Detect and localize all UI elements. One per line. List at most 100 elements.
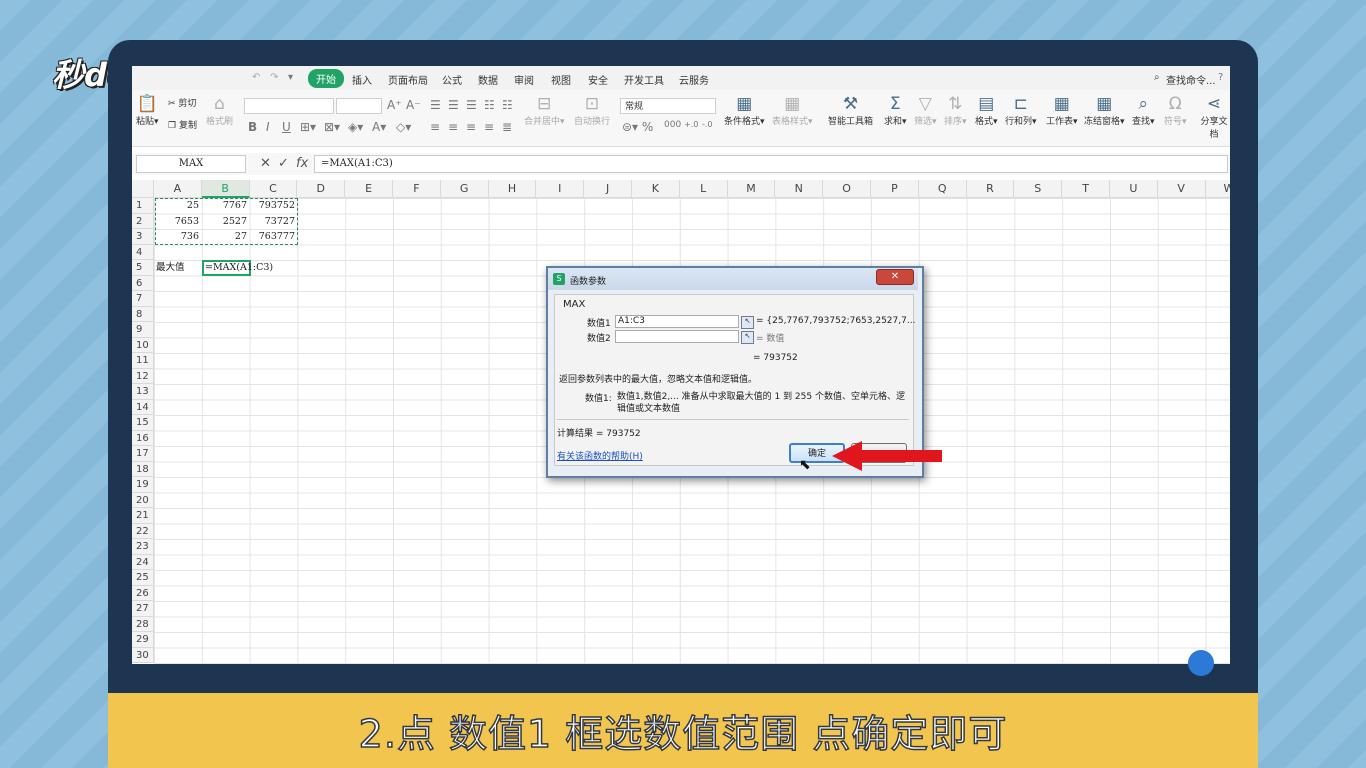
symbol-button[interactable]: Ω 符号▾ xyxy=(1164,94,1187,127)
row-col-button[interactable]: ⊏ 行和列▾ xyxy=(1005,94,1037,127)
outdent-icon[interactable]: ☷ xyxy=(502,98,513,112)
row-header-15[interactable]: 15 xyxy=(132,415,154,431)
font-size-select[interactable] xyxy=(336,98,382,114)
column-header-r[interactable]: R xyxy=(966,180,1015,198)
row-header-1[interactable]: 1 xyxy=(132,198,154,214)
row-header-13[interactable]: 13 xyxy=(132,384,154,400)
close-button[interactable]: ✕ xyxy=(876,269,914,285)
cancel-formula-icon[interactable]: ✕ xyxy=(260,156,271,171)
undo-icon[interactable]: ↶ xyxy=(252,72,260,83)
cell-a5[interactable]: 最大值 xyxy=(156,260,202,276)
column-header-n[interactable]: N xyxy=(775,180,824,198)
table-style-button[interactable]: ▦ 表格样式▾ xyxy=(772,94,813,127)
enter-formula-icon[interactable]: ✓ xyxy=(278,156,289,171)
align-right-icon[interactable]: ≡ xyxy=(466,120,476,134)
menu-item-home[interactable]: 开始 xyxy=(308,69,344,88)
column-header-d[interactable]: D xyxy=(297,180,346,198)
worksheet-button[interactable]: ▦ 工作表▾ xyxy=(1046,94,1078,127)
filter-button[interactable]: ▽ 筛选▾ xyxy=(914,94,937,127)
font-name-select[interactable] xyxy=(244,98,334,114)
conditional-format-button[interactable]: ▦ 条件格式▾ xyxy=(724,94,765,127)
arg2-input[interactable] xyxy=(615,330,739,343)
function-help-link[interactable]: 有关该函数的帮助(H) xyxy=(557,449,643,462)
row-header-30[interactable]: 30 xyxy=(132,647,154,663)
font-grow-button[interactable]: A⁺ xyxy=(387,98,402,112)
column-header-l[interactable]: L xyxy=(679,180,728,198)
insert-function-icon[interactable]: fx xyxy=(296,156,308,171)
freeze-panes-button[interactable]: ▦ 冻结窗格▾ xyxy=(1084,94,1125,127)
format-button[interactable]: ▤ 格式▾ xyxy=(975,94,998,127)
column-header-m[interactable]: M xyxy=(727,180,776,198)
row-header-29[interactable]: 29 xyxy=(132,632,154,648)
row-header-27[interactable]: 27 xyxy=(132,601,154,617)
menu-item-page-layout[interactable]: 页面布局 xyxy=(388,72,428,87)
arg1-input[interactable]: A1:C3 xyxy=(615,315,739,328)
align-center-icon[interactable]: ≡ xyxy=(448,120,458,134)
menu-item-security[interactable]: 安全 xyxy=(588,72,608,87)
quick-access-dropdown-icon[interactable]: ▾ xyxy=(288,72,293,83)
row-header-9[interactable]: 9 xyxy=(132,322,154,338)
row-header-23[interactable]: 23 xyxy=(132,539,154,555)
select-all-corner[interactable] xyxy=(132,180,154,198)
indent-icon[interactable]: ☷ xyxy=(484,98,495,112)
row-header-5[interactable]: 5 xyxy=(132,260,154,276)
column-header-i[interactable]: I xyxy=(536,180,585,198)
column-header-v[interactable]: V xyxy=(1157,180,1206,198)
find-button[interactable]: ⌕ 查找▾ xyxy=(1132,94,1155,127)
row-header-25[interactable]: 25 xyxy=(132,570,154,586)
help-icon[interactable]: ? xyxy=(1218,72,1223,83)
align-middle-icon[interactable]: ☰ xyxy=(448,98,459,112)
column-header-k[interactable]: K xyxy=(632,180,680,198)
row-header-28[interactable]: 28 xyxy=(132,616,154,632)
italic-button[interactable]: I xyxy=(266,120,270,134)
row-header-17[interactable]: 17 xyxy=(132,446,154,462)
collapse-dialog-icon[interactable]: ↖ xyxy=(741,316,754,329)
align-top-icon[interactable]: ☰ xyxy=(430,98,441,112)
wrap-text-button[interactable]: ⊡ 自动换行 xyxy=(574,94,610,127)
menu-item-data[interactable]: 数据 xyxy=(478,72,498,87)
row-header-8[interactable]: 8 xyxy=(132,306,154,322)
collapse-dialog-icon[interactable]: ↖ xyxy=(741,331,754,344)
column-header-f[interactable]: F xyxy=(393,180,441,198)
column-header-s[interactable]: S xyxy=(1014,180,1063,198)
formula-input[interactable]: =MAX(A1:C3) xyxy=(314,155,1228,173)
row-header-19[interactable]: 19 xyxy=(132,477,154,493)
align-left-icon[interactable]: ≡ xyxy=(430,120,440,134)
sum-button[interactable]: Σ 求和▾ xyxy=(884,94,907,127)
row-header-16[interactable]: 16 xyxy=(132,430,154,446)
bold-button[interactable]: B xyxy=(248,120,257,134)
justify-icon[interactable]: ≡ xyxy=(484,120,494,134)
column-header-e[interactable]: E xyxy=(345,180,393,198)
sort-button[interactable]: ⇅ 排序▾ xyxy=(944,94,967,127)
menu-item-review[interactable]: 审阅 xyxy=(514,72,534,87)
redo-icon[interactable]: ↷ xyxy=(270,72,278,83)
column-header-j[interactable]: J xyxy=(584,180,632,198)
column-header-b[interactable]: B xyxy=(201,180,250,198)
copy-button[interactable]: ❐ 复制 xyxy=(168,118,197,131)
font-color-icon[interactable]: A▾ xyxy=(372,120,386,134)
column-header-h[interactable]: H xyxy=(488,180,537,198)
menu-item-view[interactable]: 视图 xyxy=(551,72,571,87)
row-header-12[interactable]: 12 xyxy=(132,368,154,384)
fill-color-icon[interactable]: ⊠▾ xyxy=(324,120,340,134)
eraser-icon[interactable]: ◇▾ xyxy=(396,120,411,134)
column-header-c[interactable]: C xyxy=(249,180,298,198)
column-header-o[interactable]: O xyxy=(823,180,871,198)
column-header-q[interactable]: Q xyxy=(918,180,967,198)
column-header-w[interactable]: W xyxy=(1205,180,1230,198)
menu-item-formulas[interactable]: 公式 xyxy=(442,72,462,87)
row-header-11[interactable]: 11 xyxy=(132,353,154,369)
row-header-4[interactable]: 4 xyxy=(132,244,154,260)
column-header-a[interactable]: A xyxy=(154,180,202,198)
row-header-22[interactable]: 22 xyxy=(132,523,154,539)
menu-item-insert[interactable]: 插入 xyxy=(352,72,372,87)
highlight-icon[interactable]: ◈▾ xyxy=(348,120,363,134)
paste-button[interactable]: 📋 粘贴▾ xyxy=(136,94,159,127)
row-header-20[interactable]: 20 xyxy=(132,492,154,508)
cut-button[interactable]: ✂ 剪切 xyxy=(168,96,196,109)
row-header-18[interactable]: 18 xyxy=(132,461,154,477)
row-header-3[interactable]: 3 xyxy=(132,229,154,245)
number-format-select[interactable]: 常规 xyxy=(620,98,716,114)
floating-badge-icon[interactable] xyxy=(1188,650,1214,676)
active-cell-b5[interactable]: =MAX(A1:C3) xyxy=(202,260,273,276)
